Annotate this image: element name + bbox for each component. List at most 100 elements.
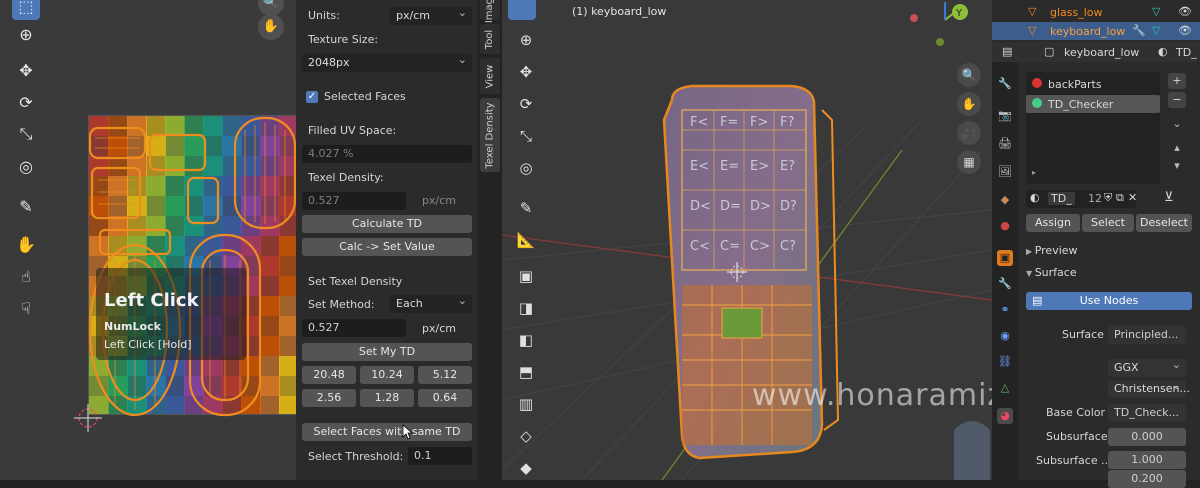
constraints-tab-icon[interactable]: ⛓ — [997, 354, 1013, 370]
phone-mesh[interactable]: F< F= F> F? E< E= E> E? D< D= D> D? C< C= C> C? — [642, 80, 842, 480]
duplicate-icon[interactable]: ⧉ — [1116, 191, 1124, 205]
outliner-row[interactable]: ▽ keyboard_low 🔧 ▽ 👁 — [992, 22, 1200, 40]
world-tab-icon[interactable]: ● — [997, 218, 1013, 234]
rotate-tool-icon[interactable]: ⟳ — [512, 90, 540, 118]
editor-type-icon[interactable]: ▤ — [1002, 45, 1012, 58]
add-slot-button[interactable]: + — [1168, 73, 1186, 89]
render-tab-icon[interactable]: 📷 — [997, 108, 1013, 124]
zoom-icon[interactable]: 🔍 — [957, 63, 981, 87]
perspective-grid-icon[interactable]: ▦ — [957, 150, 981, 174]
texture-size-select[interactable]: 2048px — [302, 53, 472, 72]
preset-button[interactable]: 5.12 — [418, 366, 472, 384]
grab-tool-icon[interactable]: ✋ — [12, 230, 40, 258]
outliner-row[interactable]: ▽ glass_low ▽ 👁 — [992, 4, 1200, 20]
annotate-tool-icon[interactable]: ✎ — [12, 192, 40, 220]
assign-button[interactable]: Assign — [1026, 214, 1080, 232]
deselect-button[interactable]: Deselect — [1136, 214, 1192, 232]
pan-hand-icon[interactable]: ✋ — [957, 92, 981, 116]
extrude-tool-icon[interactable]: ◨ — [512, 294, 540, 322]
material-slot-list[interactable]: backParts TD_Checker ▸ — [1026, 72, 1160, 184]
preset-button[interactable]: 0.64 — [418, 389, 472, 407]
transform-tool-icon[interactable]: ◎ — [12, 152, 40, 180]
units-select[interactable]: px/cm — [390, 6, 472, 25]
preview-panel-header[interactable]: ▶ Preview — [1026, 244, 1078, 257]
material-tab-icon[interactable]: ◕ — [997, 408, 1013, 424]
move-down-icon[interactable]: ▾ — [1168, 158, 1186, 174]
tool-tab-icon[interactable]: 🔧 — [997, 76, 1013, 92]
select-threshold-field[interactable]: 0.1 — [408, 447, 472, 465]
tab-tool[interactable]: Tool — [480, 24, 500, 54]
list-expand-icon[interactable]: ▸ — [1032, 168, 1036, 177]
material-slot-selected[interactable]: TD_Checker — [1026, 95, 1160, 113]
bevel-tool-icon[interactable]: ⬒ — [512, 358, 540, 386]
move-tool-icon[interactable]: ✥ — [512, 58, 540, 86]
particles-tab-icon[interactable]: ⚭ — [997, 302, 1013, 318]
add-cube-tool-icon[interactable]: ▣ — [512, 262, 540, 290]
preset-button[interactable]: 2.56 — [302, 389, 356, 407]
subsurface-field[interactable]: 0.000 — [1108, 428, 1186, 446]
set-value-field[interactable]: 0.527 — [302, 319, 406, 337]
select-faces-same-td-button[interactable]: Select Faces with same TD — [302, 423, 472, 441]
transform-tool-icon[interactable]: ◎ — [512, 154, 540, 182]
physics-tab-icon[interactable]: ◉ — [997, 328, 1013, 344]
visibility-eye-icon[interactable]: 👁 — [1178, 5, 1192, 18]
move-tool-icon[interactable]: ✥ — [12, 56, 40, 84]
select-button[interactable]: Select — [1082, 214, 1134, 232]
scale-tool-icon[interactable]: ⤡ — [12, 120, 40, 148]
object-tab-icon[interactable]: ▣ — [997, 250, 1013, 266]
scale-tool-icon[interactable]: ⤡ — [512, 122, 540, 150]
use-nodes-button[interactable]: ▤ Use Nodes — [1026, 292, 1192, 310]
select-tool-icon[interactable] — [508, 0, 536, 20]
cursor-tool-icon[interactable]: ⊕ — [12, 20, 40, 48]
inset-tool-icon[interactable]: ◧ — [512, 326, 540, 354]
material-selector[interactable]: ◐ TD_ 12 ⛨ ⧉ ✕ — [1026, 190, 1137, 208]
tab-texel-density[interactable]: Texel Density — [480, 98, 500, 172]
set-my-td-button[interactable]: Set My TD — [302, 343, 472, 361]
tab-view[interactable]: View — [480, 58, 500, 94]
annotate-tool-icon[interactable]: ✎ — [512, 194, 540, 222]
modifier-tab-icon[interactable]: 🔧 — [997, 276, 1013, 292]
select-box-tool-icon[interactable]: ⬚ — [12, 0, 40, 20]
subsurface-radius-field[interactable]: 1.000 — [1108, 451, 1186, 469]
scene-tab-icon[interactable]: ◆ — [997, 192, 1013, 208]
visibility-eye-icon[interactable]: 👁 — [1178, 24, 1192, 37]
selected-faces-checkbox[interactable]: ✓ — [306, 91, 318, 103]
calculate-td-button[interactable]: Calculate TD — [302, 215, 472, 233]
move-up-icon[interactable]: ▴ — [1168, 140, 1186, 156]
loop-cut-tool-icon[interactable]: ▥ — [512, 390, 540, 418]
unlink-x-icon[interactable]: ✕ — [1128, 191, 1137, 204]
calc-set-value-button[interactable]: Calc -> Set Value — [302, 238, 472, 256]
output-tab-icon[interactable]: 🖨 — [997, 136, 1013, 152]
3d-viewport[interactable]: ⊕ ✥ ⟳ ⤡ ◎ ✎ 📐 ▣ ◨ ◧ ⬒ ▥ ◇ ◆ (1) keyboard… — [502, 0, 992, 480]
surface-panel-header[interactable]: ▼ Surface — [1026, 266, 1077, 279]
camera-view-icon[interactable]: 🎥 — [957, 121, 981, 145]
remove-slot-button[interactable]: − — [1168, 92, 1186, 108]
poly-build-tool-icon[interactable]: ◆ — [512, 454, 540, 480]
pan-hand-icon[interactable]: ✋ — [258, 14, 284, 40]
cursor-tool-icon[interactable]: ⊕ — [512, 26, 540, 54]
navigation-gizmo-icon[interactable]: Y — [900, 0, 980, 50]
subsurface-method-select[interactable]: Christensen... — [1108, 379, 1190, 398]
fake-user-shield-icon[interactable]: ⛨ — [1104, 191, 1112, 205]
set-method-select[interactable]: Each — [390, 294, 472, 313]
data-tab-icon[interactable]: △ — [997, 380, 1013, 396]
knife-tool-icon[interactable]: ◇ — [512, 422, 540, 450]
tab-image[interactable]: Image — [480, 0, 500, 23]
node-link-icon[interactable]: ⊻ — [1164, 190, 1174, 205]
slot-menu-chevron-icon[interactable]: ⌄ — [1168, 116, 1186, 132]
base-color-field[interactable]: TD_Check... — [1108, 404, 1186, 422]
material-slot[interactable]: backParts — [1026, 76, 1160, 94]
preset-button[interactable]: 10.24 — [360, 366, 414, 384]
uv-islands[interactable] — [80, 110, 300, 420]
rotate-tool-icon[interactable]: ⟳ — [12, 88, 40, 116]
preset-button[interactable]: 20.48 — [302, 366, 356, 384]
view-layer-tab-icon[interactable]: 🖼 — [997, 164, 1013, 180]
distribution-select[interactable]: GGX — [1108, 358, 1186, 377]
pinch-tool-icon[interactable]: ☟ — [12, 294, 40, 322]
preset-button[interactable]: 1.28 — [360, 389, 414, 407]
relax-tool-icon[interactable]: ☝ — [12, 262, 40, 290]
subsurface-radius-field-2[interactable]: 0.200 — [1108, 470, 1186, 488]
svg-text:E<: E< — [690, 159, 709, 174]
surface-shader-field[interactable]: Principled... — [1108, 326, 1186, 344]
measure-tool-icon[interactable]: 📐 — [512, 226, 540, 254]
